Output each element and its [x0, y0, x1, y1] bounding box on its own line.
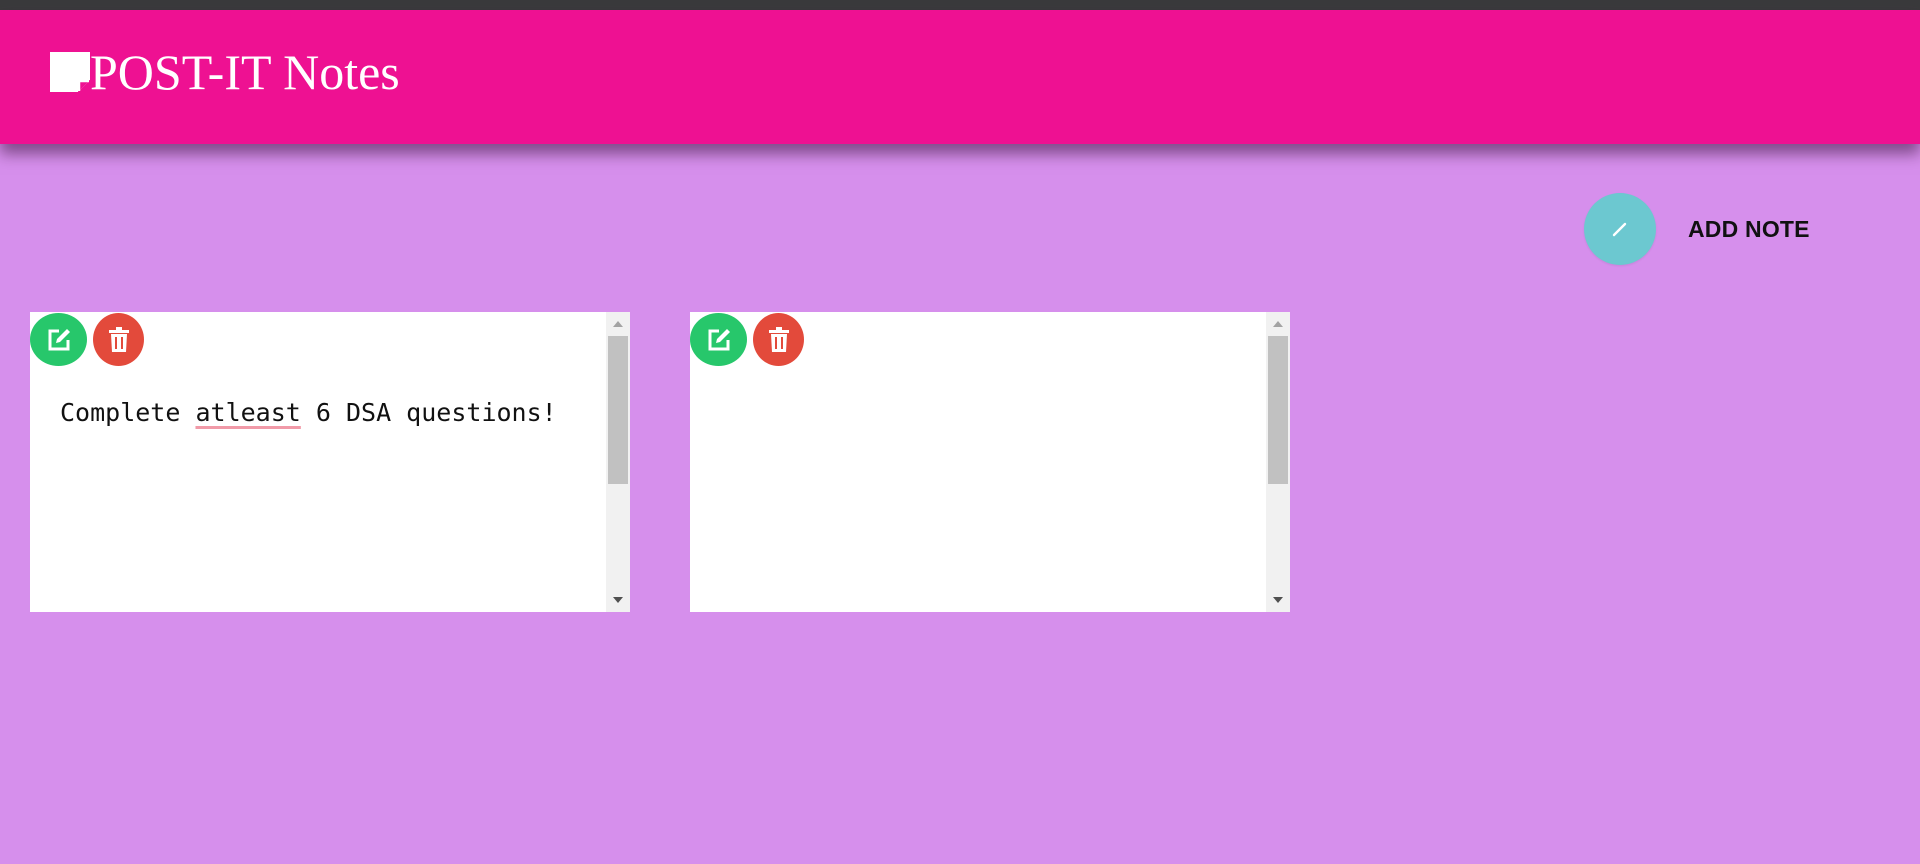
note-text-part: Complete [60, 398, 196, 427]
add-note-label[interactable]: ADD NOTE [1688, 216, 1810, 243]
note-text-part: 6 DSA questions! [300, 398, 557, 427]
delete-note-button[interactable] [93, 313, 144, 366]
add-note-control: ADD NOTE [1584, 193, 1810, 265]
edit-note-button[interactable] [690, 313, 747, 366]
scroll-up-arrow-icon[interactable] [613, 321, 623, 327]
note-card [690, 312, 1290, 612]
app-header: POST-IT Notes [0, 10, 1920, 144]
window-top-strip [0, 0, 1920, 10]
app-logo: POST-IT Notes [48, 47, 400, 97]
edit-note-button[interactable] [30, 313, 87, 366]
scroll-thumb[interactable] [608, 336, 628, 484]
note-actions [690, 313, 804, 366]
note-text[interactable]: Complete atleast 6 DSA questions! [60, 396, 580, 429]
sticky-note-icon [50, 52, 90, 92]
scroll-up-arrow-icon[interactable] [1273, 321, 1283, 327]
delete-note-button[interactable] [753, 313, 804, 366]
scroll-down-arrow-icon[interactable] [1273, 597, 1283, 603]
pencil-icon [1612, 222, 1627, 237]
note-actions [30, 313, 144, 366]
scroll-down-arrow-icon[interactable] [613, 597, 623, 603]
note-card: Complete atleast 6 DSA questions! [30, 312, 630, 612]
note-scrollbar[interactable] [606, 312, 630, 612]
misspelled-word: atleast [195, 398, 301, 427]
edit-icon [48, 328, 70, 350]
note-scrollbar[interactable] [1266, 312, 1290, 612]
edit-icon [708, 328, 730, 350]
scroll-thumb[interactable] [1268, 336, 1288, 484]
add-note-button[interactable] [1584, 193, 1656, 265]
trash-icon [108, 326, 129, 352]
app-title: POST-IT Notes [90, 44, 400, 100]
trash-icon [768, 326, 789, 352]
